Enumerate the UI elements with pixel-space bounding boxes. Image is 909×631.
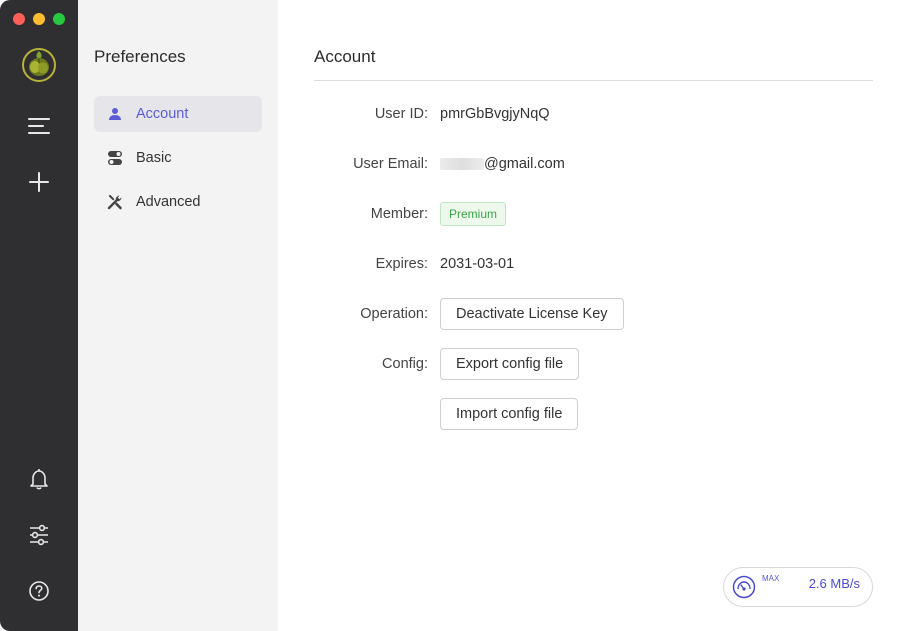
config-row: Config: Export config file — [314, 347, 874, 381]
expires-row: Expires: 2031-03-01 — [314, 247, 874, 281]
left-rail — [0, 0, 78, 631]
user-id-label: User ID: — [374, 106, 428, 122]
toggle-icon — [106, 149, 124, 167]
user-email-row: User Email: @gmail.com — [314, 147, 874, 181]
user-email-value: @gmail.com — [440, 156, 565, 172]
plus-icon — [29, 172, 49, 192]
speed-limit-widget[interactable]: MAX 2.6 MB/s — [723, 567, 873, 607]
speedometer-icon — [732, 575, 756, 599]
user-email-label: User Email: — [353, 156, 428, 172]
sidebar-item-label: Account — [136, 106, 189, 122]
user-id-value: pmrGbBvgjyNqQ — [440, 106, 550, 122]
notifications-button[interactable] — [24, 464, 54, 494]
expires-value: 2031-03-01 — [440, 256, 515, 272]
member-row: Member: Premium — [314, 197, 874, 231]
page-title: Account — [314, 47, 376, 66]
speed-max-label: MAX — [762, 574, 780, 583]
minimize-window-button[interactable] — [33, 13, 45, 25]
expires-label: Expires: — [375, 256, 428, 272]
sidebar-item-advanced[interactable]: Advanced — [94, 184, 262, 220]
sidebar-item-account[interactable]: Account — [94, 96, 262, 132]
add-button[interactable] — [24, 167, 54, 197]
user-id-row: User ID: pmrGbBvgjyNqQ — [314, 97, 874, 131]
title-divider — [314, 80, 873, 81]
window-controls — [13, 13, 65, 25]
sliders-icon — [30, 524, 48, 546]
import-row: Import config file — [314, 397, 874, 431]
speed-value: 2.6 MB/s — [808, 576, 860, 591]
deactivate-license-button[interactable]: Deactivate License Key — [440, 298, 624, 330]
zoom-window-button[interactable] — [53, 13, 65, 25]
olive-logo-icon — [20, 45, 58, 83]
bell-icon — [30, 469, 48, 490]
member-label: Member: — [370, 206, 428, 222]
user-icon — [106, 105, 124, 123]
settings-button[interactable] — [24, 520, 54, 550]
account-panel: Account User ID: pmrGbBvgjyNqQ User Emai… — [278, 0, 909, 631]
operation-label: Operation: — [360, 306, 428, 322]
sidebar-item-label: Basic — [136, 150, 172, 166]
sidebar-item-basic[interactable]: Basic — [94, 140, 262, 176]
import-config-button[interactable]: Import config file — [440, 398, 579, 430]
operation-row: Operation: Deactivate License Key — [314, 297, 874, 331]
user-email-domain: @gmail.com — [484, 156, 565, 172]
premium-badge: Premium — [440, 202, 507, 226]
config-label: Config: — [382, 356, 428, 372]
preferences-title: Preferences — [94, 47, 186, 66]
export-config-button[interactable]: Export config file — [440, 348, 580, 380]
menu-icon — [28, 118, 50, 134]
redacted-email-name — [440, 158, 484, 170]
menu-button[interactable] — [24, 111, 54, 141]
sidebar-item-label: Advanced — [136, 194, 201, 210]
help-icon — [29, 581, 49, 601]
tools-icon — [106, 193, 124, 211]
preferences-sidebar: Preferences Account Basic Advanced — [78, 0, 278, 631]
app-window: Preferences Account Basic Advanced Accou… — [0, 0, 909, 631]
close-window-button[interactable] — [13, 13, 25, 25]
help-button[interactable] — [24, 576, 54, 606]
